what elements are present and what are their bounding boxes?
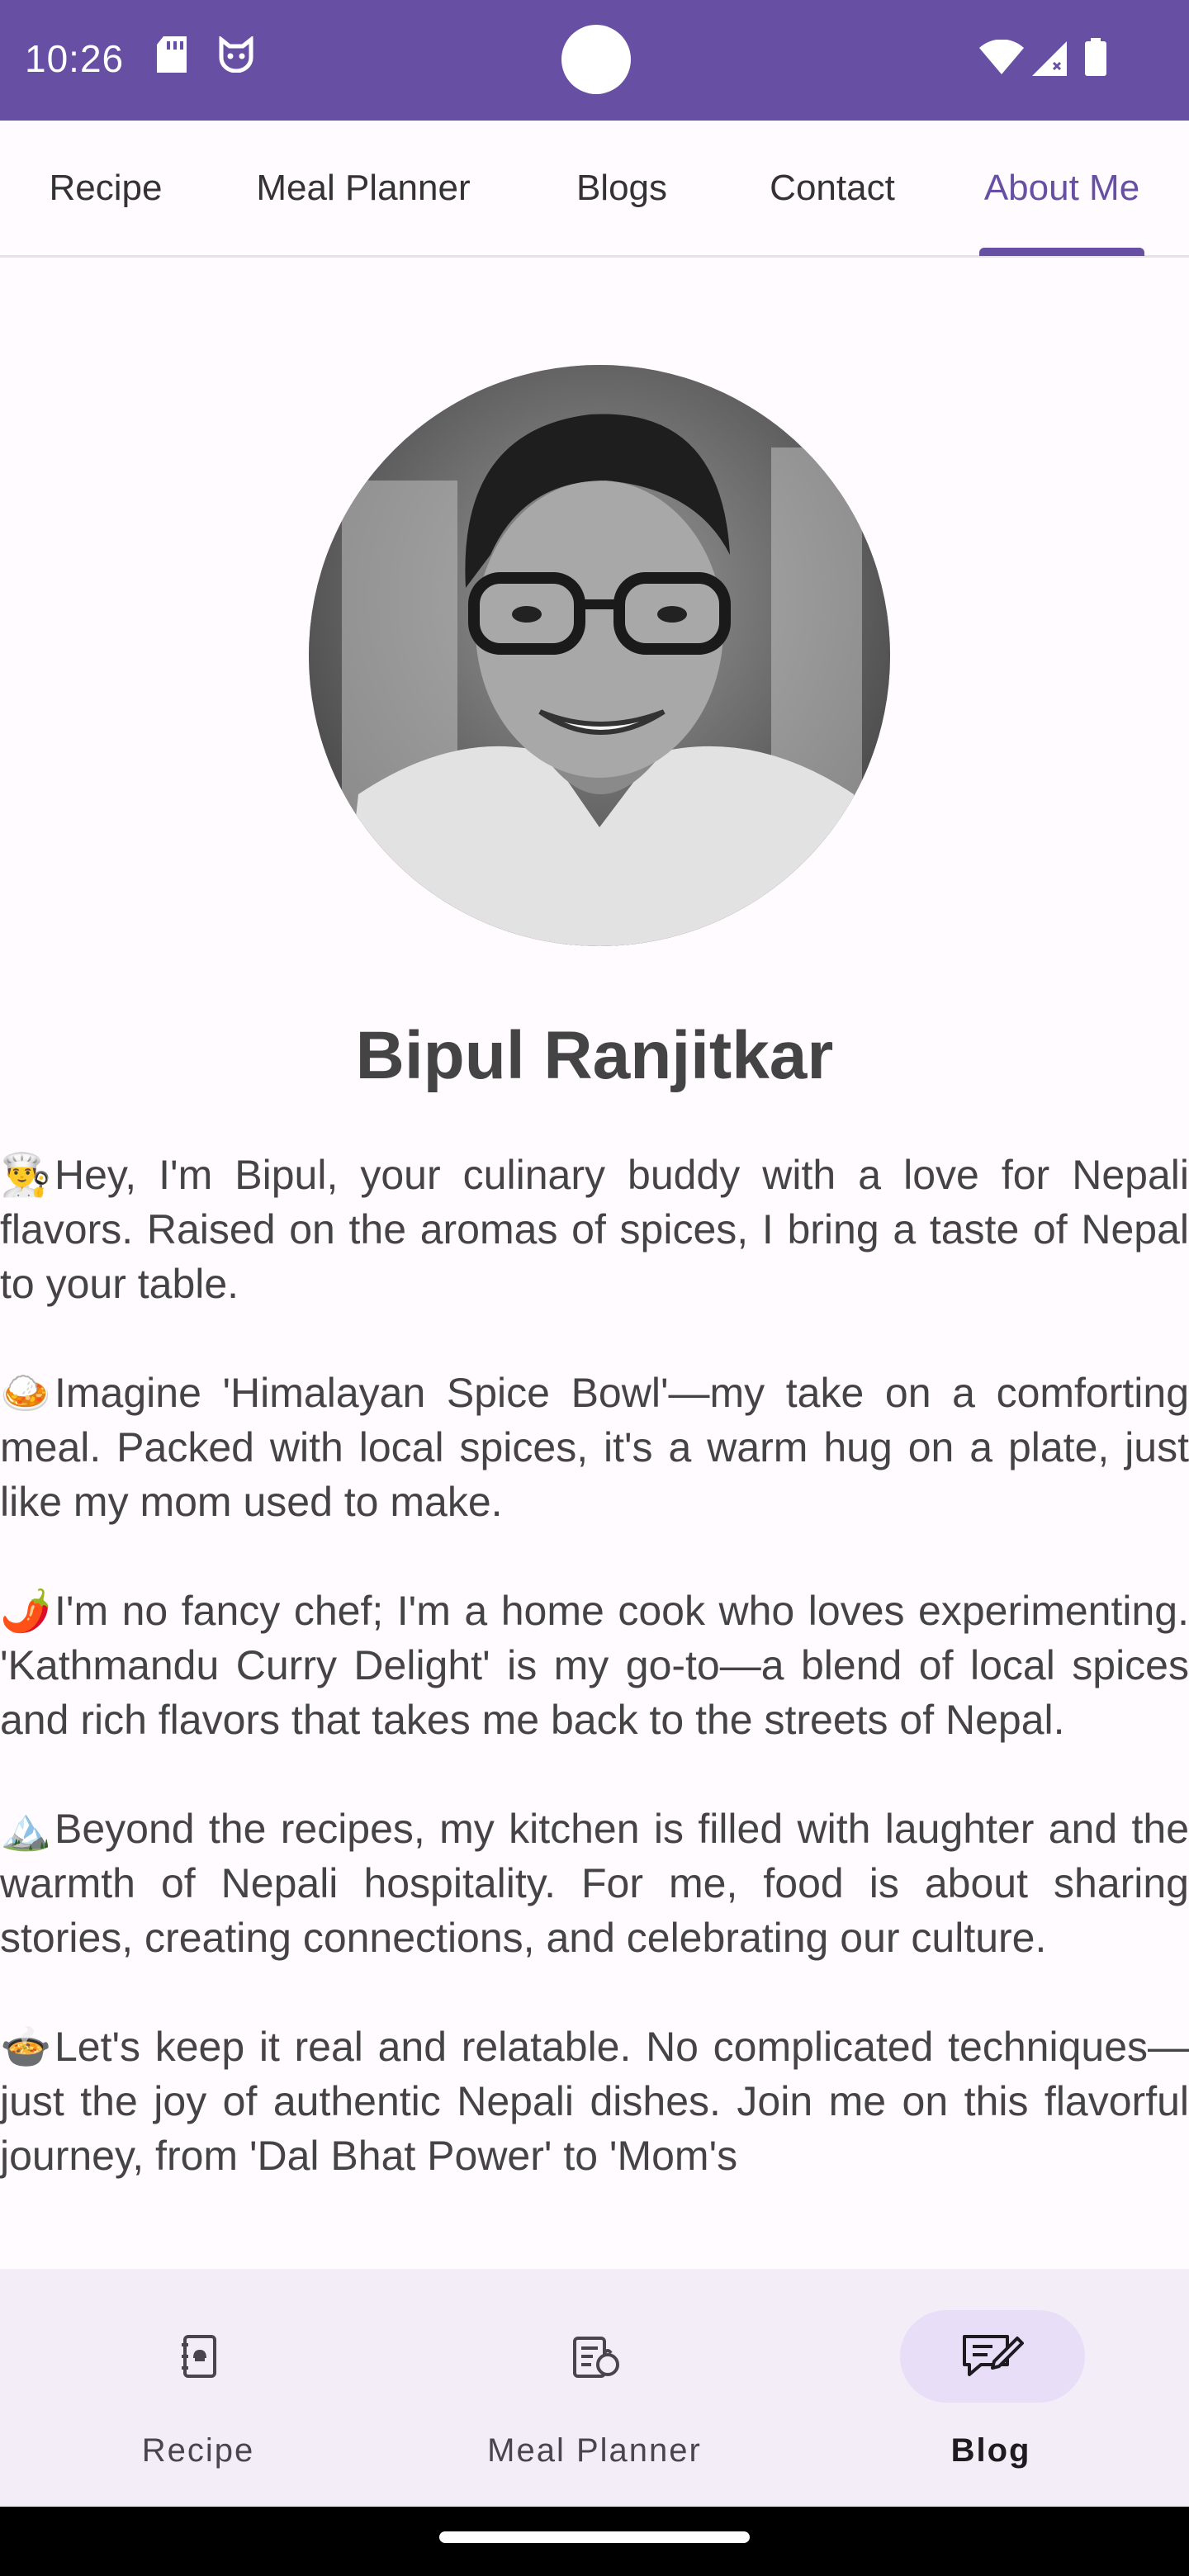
bottom-nav-meal-planner[interactable]: Meal Planner	[396, 2269, 793, 2507]
profile-avatar	[309, 365, 890, 946]
sd-card-icon	[157, 36, 187, 77]
recipe-book-icon	[107, 2310, 292, 2403]
chef-emoji-icon: 👨‍🍳	[0, 1152, 52, 1198]
bottom-nav-blog-label: Blog	[950, 2432, 1031, 2469]
tab-contact[interactable]: Contact	[727, 121, 938, 255]
profile-name: Bipul Ranjitkar	[355, 1018, 834, 1093]
tab-meal-planner[interactable]: Meal Planner	[216, 121, 510, 255]
bio-paragraph: 🏔️Beyond the recipes, my kitchen is fill…	[0, 1802, 1189, 1965]
signal-icon	[1032, 41, 1067, 80]
about-me-content[interactable]: Bipul Ranjitkar 👨‍🍳Hey, I'm Bipul, your …	[0, 258, 1189, 2269]
meal-planner-icon	[504, 2310, 689, 2403]
pot-emoji-icon: 🍲	[0, 2024, 52, 2070]
blog-edit-icon	[900, 2310, 1085, 2403]
bottom-navigation: Recipe Meal Planner Blog	[0, 2269, 1189, 2507]
curry-emoji-icon: 🍛	[0, 1370, 52, 1416]
bio-paragraph: 🌶️I'm no fancy chef; I'm a home cook who…	[0, 1584, 1189, 1747]
system-gesture-bar	[0, 2507, 1189, 2576]
tab-blogs[interactable]: Blogs	[528, 121, 715, 255]
status-bar: 10:26	[0, 0, 1189, 121]
mountain-emoji-icon: 🏔️	[0, 1806, 52, 1852]
home-gesture-handle[interactable]	[439, 2531, 750, 2543]
camera-cutout	[561, 25, 631, 94]
battery-icon	[1085, 38, 1106, 80]
bio-paragraph: 🍲Let's keep it real and relatable. No co…	[0, 2020, 1189, 2183]
wifi-icon	[979, 39, 1024, 78]
bio-text: 👨‍🍳Hey, I'm Bipul, your culinary buddy w…	[0, 1148, 1189, 2237]
active-tab-indicator	[979, 248, 1144, 256]
bio-paragraph: 👨‍🍳Hey, I'm Bipul, your culinary buddy w…	[0, 1148, 1189, 1311]
tab-about-me[interactable]: About Me	[950, 121, 1174, 255]
bottom-nav-blog[interactable]: Blog	[793, 2269, 1189, 2507]
status-time: 10:26	[25, 37, 125, 80]
cat-face-icon	[216, 35, 256, 77]
top-tab-bar: Recipe Meal Planner Blogs Contact About …	[0, 121, 1189, 258]
tab-recipe[interactable]: Recipe	[8, 121, 203, 255]
bottom-nav-recipe[interactable]: Recipe	[0, 2269, 396, 2507]
bottom-nav-recipe-label: Recipe	[141, 2432, 255, 2469]
bottom-nav-meal-planner-label: Meal Planner	[487, 2432, 702, 2469]
chili-emoji-icon: 🌶️	[0, 1588, 52, 1634]
bio-paragraph: 🍛Imagine 'Himalayan Spice Bowl'—my take …	[0, 1366, 1189, 1529]
